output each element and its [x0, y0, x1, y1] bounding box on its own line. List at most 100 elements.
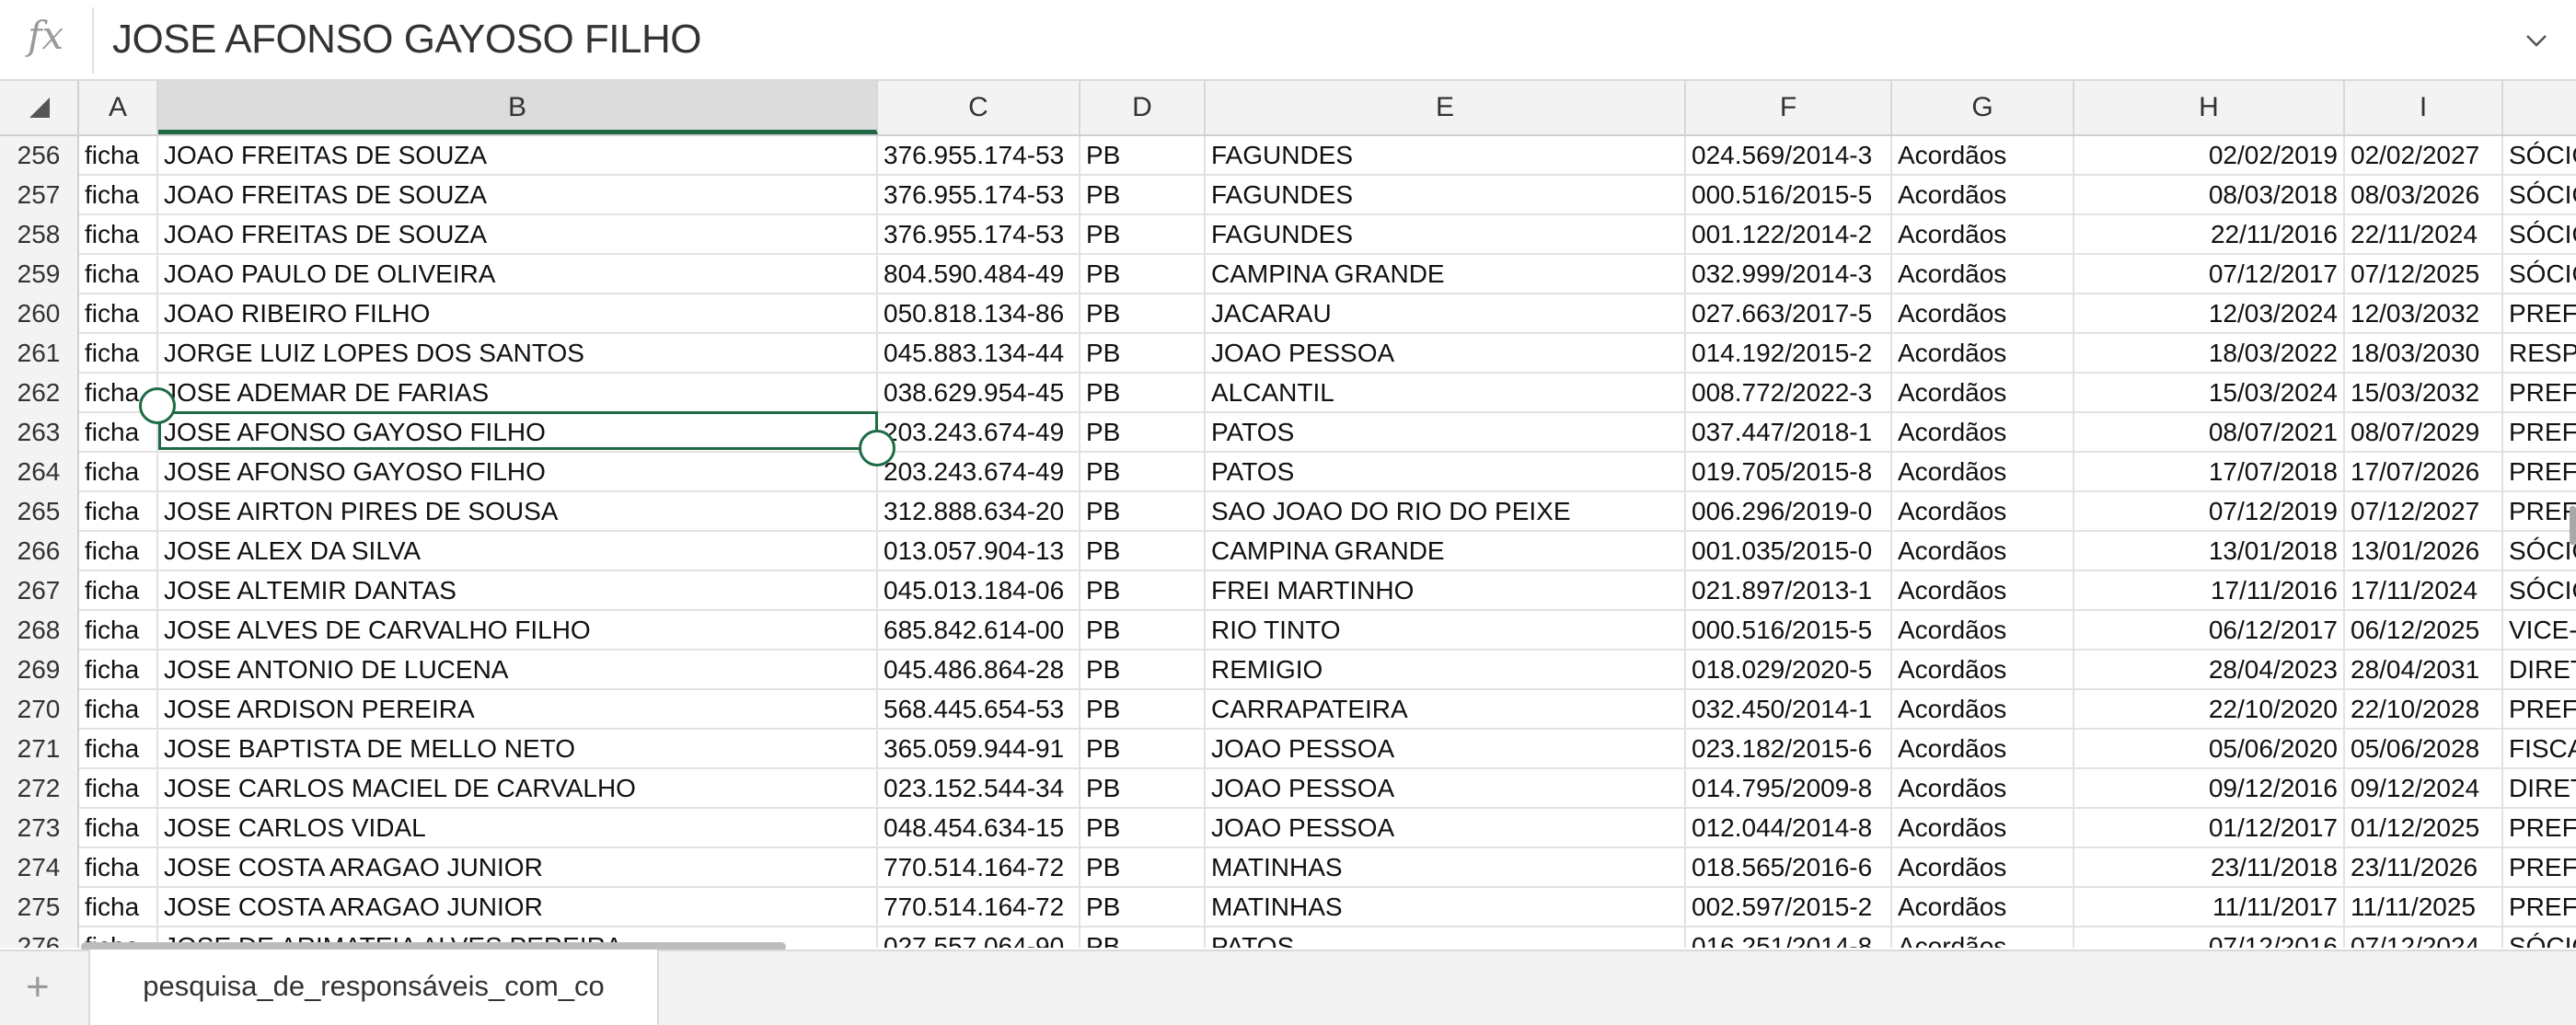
cell[interactable]: PB [1080, 888, 1206, 927]
cell[interactable]: JOAO FREITAS DE SOUZA [158, 215, 878, 255]
cell[interactable]: PB [1080, 255, 1206, 294]
add-sheet-icon[interactable]: + [26, 964, 50, 1010]
cell[interactable]: ficha [79, 176, 158, 215]
cell[interactable]: PB [1080, 571, 1206, 611]
cell[interactable]: Acordãos [1892, 690, 2074, 730]
column-header-d[interactable]: D [1080, 81, 1206, 134]
cell[interactable]: ficha [79, 730, 158, 769]
cell[interactable]: FAGUNDES [1206, 215, 1686, 255]
cell[interactable]: 22/11/2024 [2345, 215, 2503, 255]
cell[interactable]: ficha [79, 809, 158, 848]
cell[interactable]: 08/07/2021 [2074, 413, 2345, 453]
cell[interactable]: FREI MARTINHO [1206, 571, 1686, 611]
cell[interactable]: Acordãos [1892, 492, 2074, 532]
cell[interactable]: 032.450/2014-1 [1686, 690, 1892, 730]
cell[interactable]: 376.955.174-53 [878, 215, 1080, 255]
cell[interactable]: Acordãos [1892, 730, 2074, 769]
cell[interactable]: 018.565/2016-6 [1686, 848, 1892, 888]
cell[interactable]: JOAO PAULO DE OLIVEIRA [158, 255, 878, 294]
cell[interactable]: 23/11/2026 [2345, 848, 2503, 888]
cell[interactable]: 15/03/2024 [2074, 374, 2345, 413]
cell[interactable]: 023.152.544-34 [878, 769, 1080, 809]
cell[interactable]: 22/10/2028 [2345, 690, 2503, 730]
cell[interactable]: 016.251/2014-8 [1686, 927, 1892, 948]
cell[interactable]: 050.818.134-86 [878, 294, 1080, 334]
cell[interactable]: 08/07/2029 [2345, 413, 2503, 453]
cell[interactable]: 568.445.654-53 [878, 690, 1080, 730]
column-header-f[interactable]: F [1686, 81, 1892, 134]
cell[interactable]: 15/03/2032 [2345, 374, 2503, 413]
cell[interactable]: Acordãos [1892, 453, 2074, 492]
cell[interactable]: 012.044/2014-8 [1686, 809, 1892, 848]
cell[interactable]: 28/04/2031 [2345, 651, 2503, 690]
cell[interactable]: 045.013.184-06 [878, 571, 1080, 611]
cell[interactable]: Acordãos [1892, 809, 2074, 848]
row-header[interactable]: 268 [0, 611, 79, 651]
cell[interactable]: 045.486.864-28 [878, 651, 1080, 690]
cell[interactable]: PB [1080, 334, 1206, 374]
cell[interactable]: PREFE [2503, 492, 2576, 532]
cell[interactable]: 02/02/2019 [2074, 136, 2345, 176]
cell[interactable]: PB [1080, 848, 1206, 888]
cell[interactable]: RIO TINTO [1206, 611, 1686, 651]
cell[interactable]: PB [1080, 730, 1206, 769]
cell[interactable]: JOSE COSTA ARAGAO JUNIOR [158, 848, 878, 888]
cell[interactable]: SÓCIO [2503, 532, 2576, 571]
cell[interactable]: Acordãos [1892, 176, 2074, 215]
cell[interactable]: FISCAL [2503, 730, 2576, 769]
cell[interactable]: 07/12/2016 [2074, 927, 2345, 948]
cell[interactable]: SÓCIO [2503, 136, 2576, 176]
row-header[interactable]: 256 [0, 136, 79, 176]
cell[interactable]: VICE-P [2503, 611, 2576, 651]
cell[interactable]: PB [1080, 809, 1206, 848]
row-header[interactable]: 264 [0, 453, 79, 492]
cell[interactable]: 05/06/2020 [2074, 730, 2345, 769]
cell[interactable]: 001.122/2014-2 [1686, 215, 1892, 255]
column-header-e[interactable]: E [1206, 81, 1686, 134]
cell[interactable]: JOAO PESSOA [1206, 769, 1686, 809]
cell[interactable]: JOSE ALEX DA SILVA [158, 532, 878, 571]
cell[interactable]: ficha [79, 255, 158, 294]
cell[interactable]: JOSE ALTEMIR DANTAS [158, 571, 878, 611]
cell[interactable]: JOAO PESSOA [1206, 730, 1686, 769]
column-header-i[interactable]: I [2345, 81, 2503, 134]
cell[interactable]: 09/12/2016 [2074, 769, 2345, 809]
cell[interactable]: JORGE LUIZ LOPES DOS SANTOS [158, 334, 878, 374]
cell[interactable]: CAMPINA GRANDE [1206, 255, 1686, 294]
cell[interactable]: PB [1080, 532, 1206, 571]
cell[interactable]: 23/11/2018 [2074, 848, 2345, 888]
cell[interactable]: 770.514.164-72 [878, 848, 1080, 888]
cell[interactable]: ficha [79, 769, 158, 809]
cell[interactable]: 17/11/2024 [2345, 571, 2503, 611]
row-header[interactable]: 272 [0, 769, 79, 809]
row-header[interactable]: 275 [0, 888, 79, 927]
cell[interactable]: PB [1080, 690, 1206, 730]
cell[interactable]: Acordãos [1892, 611, 2074, 651]
cell[interactable]: 014.192/2015-2 [1686, 334, 1892, 374]
cell[interactable]: 13/01/2018 [2074, 532, 2345, 571]
cell[interactable]: FAGUNDES [1206, 176, 1686, 215]
cell[interactable]: ficha [79, 215, 158, 255]
formula-input[interactable]: JOSE AFONSO GAYOSO FILHO [112, 17, 702, 63]
cell[interactable]: PATOS [1206, 453, 1686, 492]
cell[interactable]: Acordãos [1892, 927, 2074, 948]
cell[interactable]: 203.243.674-49 [878, 453, 1080, 492]
cell[interactable]: DIRET [2503, 769, 2576, 809]
cell[interactable]: JOSE BAPTISTA DE MELLO NETO [158, 730, 878, 769]
row-header[interactable]: 265 [0, 492, 79, 532]
cell[interactable]: Acordãos [1892, 334, 2074, 374]
cell[interactable]: 01/12/2017 [2074, 809, 2345, 848]
cell[interactable]: PB [1080, 492, 1206, 532]
cell[interactable]: JOSE AIRTON PIRES DE SOUSA [158, 492, 878, 532]
cell[interactable]: PB [1080, 611, 1206, 651]
cell[interactable]: 048.454.634-15 [878, 809, 1080, 848]
cell[interactable]: PREFE [2503, 453, 2576, 492]
cell[interactable]: ficha [79, 453, 158, 492]
cell[interactable]: PB [1080, 651, 1206, 690]
cell[interactable]: JOSE ALVES DE CARVALHO FILHO [158, 611, 878, 651]
cell[interactable]: 11/11/2025 [2345, 888, 2503, 927]
cell[interactable]: ficha [79, 611, 158, 651]
row-header[interactable]: 274 [0, 848, 79, 888]
cell[interactable]: 685.842.614-00 [878, 611, 1080, 651]
row-header[interactable]: 258 [0, 215, 79, 255]
